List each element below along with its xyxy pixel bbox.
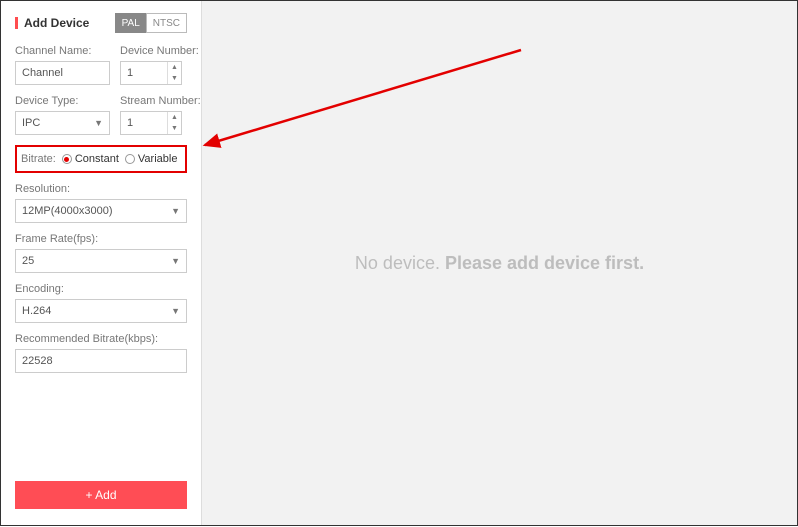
bitrate-label: Bitrate: [21, 153, 56, 165]
rec-bitrate-input[interactable]: 22528 [15, 349, 187, 373]
stream-number-field: Stream Number: 1 ▲ ▼ [120, 95, 182, 135]
caret-down-icon: ▼ [171, 206, 180, 216]
bitrate-constant-radio[interactable]: Constant [62, 153, 119, 165]
stream-number-spinner[interactable]: 1 ▲ ▼ [120, 111, 182, 135]
title-accent-bar [15, 17, 18, 29]
radio-checked-icon [62, 154, 72, 164]
resolution-select[interactable]: 12MP(4000x3000) ▼ [15, 199, 187, 223]
app-frame: Add Device PAL NTSC Channel Name: Channe… [0, 0, 798, 526]
sidebar-panel: Add Device PAL NTSC Channel Name: Channe… [1, 1, 202, 525]
stream-number-down[interactable]: ▼ [168, 123, 181, 134]
caret-down-icon: ▼ [94, 118, 103, 128]
device-type-select[interactable]: IPC ▼ [15, 111, 110, 135]
encoding-label: Encoding: [15, 283, 187, 295]
frame-rate-select[interactable]: 25 ▼ [15, 249, 187, 273]
sidebar-header: Add Device PAL NTSC [15, 13, 187, 33]
frame-rate-label: Frame Rate(fps): [15, 233, 187, 245]
channel-name-input[interactable]: Channel [15, 61, 110, 85]
rec-bitrate-field: Recommended Bitrate(kbps): 22528 [15, 333, 187, 373]
empty-prefix: No device. [355, 253, 445, 273]
radio-unchecked-icon [125, 154, 135, 164]
title-text: Add Device [24, 16, 89, 30]
panel-title: Add Device [15, 16, 89, 30]
device-number-stepper: ▲ ▼ [167, 62, 181, 84]
empty-bold: Please add device first. [445, 253, 644, 273]
add-button[interactable]: + Add [15, 481, 187, 509]
device-number-label: Device Number: [120, 45, 182, 57]
stream-number-stepper: ▲ ▼ [167, 112, 181, 134]
device-type-label: Device Type: [15, 95, 110, 107]
stream-number-up[interactable]: ▲ [168, 112, 181, 123]
row-channel-device: Channel Name: Channel Device Number: 1 ▲… [15, 45, 187, 85]
caret-down-icon: ▼ [171, 256, 180, 266]
channel-name-label: Channel Name: [15, 45, 110, 57]
resolution-label: Resolution: [15, 183, 187, 195]
channel-name-field: Channel Name: Channel [15, 45, 110, 85]
device-type-field: Device Type: IPC ▼ [15, 95, 110, 135]
bitrate-row-highlighted: Bitrate: Constant Variable [15, 145, 187, 173]
device-number-up[interactable]: ▲ [168, 62, 181, 73]
rec-bitrate-label: Recommended Bitrate(kbps): [15, 333, 187, 345]
caret-down-icon: ▼ [171, 306, 180, 316]
flex-spacer [15, 383, 187, 481]
ntsc-button[interactable]: NTSC [146, 13, 187, 33]
main-area: No device. Please add device first. [202, 1, 797, 525]
resolution-field: Resolution: 12MP(4000x3000) ▼ [15, 183, 187, 223]
frame-rate-field: Frame Rate(fps): 25 ▼ [15, 233, 187, 273]
encoding-select[interactable]: H.264 ▼ [15, 299, 187, 323]
encoding-field: Encoding: H.264 ▼ [15, 283, 187, 323]
bitrate-variable-radio[interactable]: Variable [125, 153, 178, 165]
empty-state-message: No device. Please add device first. [355, 253, 644, 274]
video-standard-toggle: PAL NTSC [115, 13, 187, 33]
stream-number-label: Stream Number: [120, 95, 182, 107]
device-number-down[interactable]: ▼ [168, 73, 181, 84]
row-type-stream: Device Type: IPC ▼ Stream Number: 1 ▲ ▼ [15, 95, 187, 135]
pal-button[interactable]: PAL [115, 13, 146, 33]
device-number-spinner[interactable]: 1 ▲ ▼ [120, 61, 182, 85]
device-number-field: Device Number: 1 ▲ ▼ [120, 45, 182, 85]
